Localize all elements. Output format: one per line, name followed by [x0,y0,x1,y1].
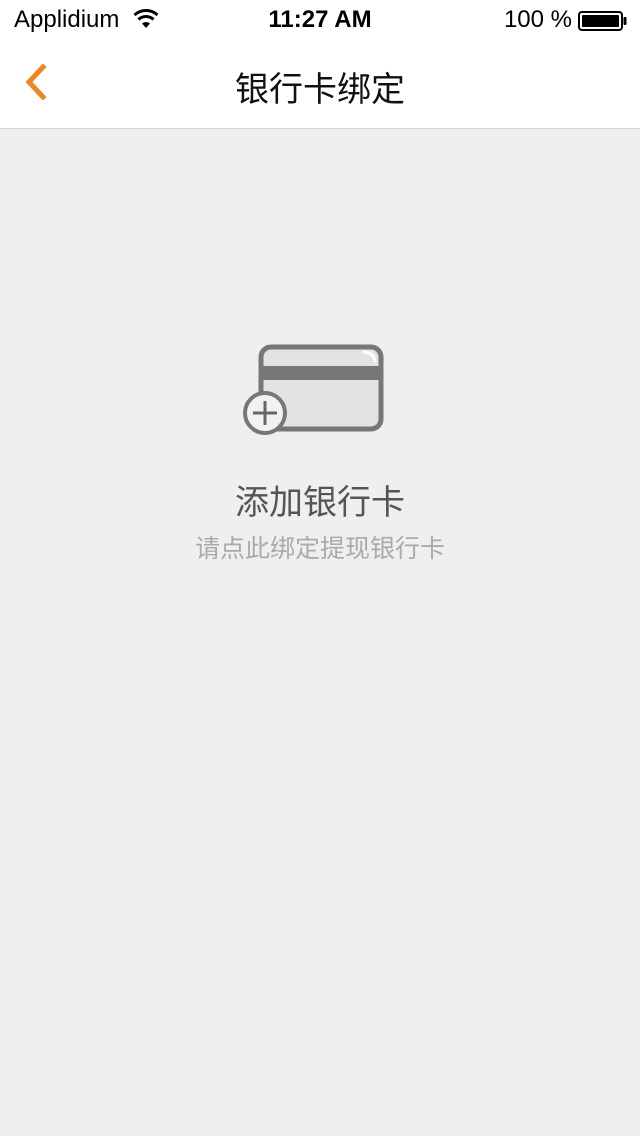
battery-percent-label: 100 % [503,6,572,33]
add-card-title: 添加银行卡 [235,483,405,523]
status-bar: Applidium 11:27 AM 100 % [0,0,640,40]
battery-icon [578,11,628,35]
add-bank-card-button[interactable]: 添加银行卡 请点此绑定提现银行卡 [160,329,480,579]
page-title: 银行卡绑定 [235,70,405,110]
navigation-bar: 银行卡绑定 [0,40,640,129]
main-content: 添加银行卡 请点此绑定提现银行卡 [0,129,640,1136]
add-card-icon [240,341,390,445]
add-card-subtitle: 请点此绑定提现银行卡 [194,534,445,563]
